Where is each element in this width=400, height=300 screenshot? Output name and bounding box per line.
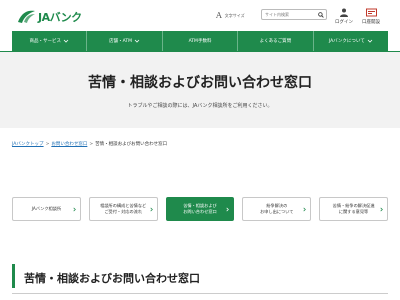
chevron-down-icon [134,39,140,43]
tab-label-line1: 相談所の構成と苦情など [100,202,147,208]
tab-label: 紛争解決の お申し出について [260,203,293,216]
site-search [261,9,327,20]
page-hero: 苦情・相談およびお問い合わせ窓口 トラブルやご相談の際には、JAバンク相談所をご… [0,51,400,128]
breadcrumb-current: 苦情・相談およびお問い合わせ窓口 [95,142,168,147]
breadcrumb-separator: > [89,142,94,147]
nav-item-faq[interactable]: よくあるご質問 [238,31,314,51]
login-icon [340,8,348,17]
chevron-right-icon [73,207,76,212]
tab-label-line1: 苦情・相談および [183,202,217,208]
tab-label-line2: に関する意見等 [338,209,369,214]
breadcrumb-separator: > [45,142,50,147]
tab-dispute-resolution[interactable]: 紛争解決の お申し出について [242,197,312,221]
nav-item-label: ATM手数料 [188,39,212,44]
global-nav: 商品・サービス 店舗・ATM ATM手数料 よくあるご質問 JAバンクについて [12,31,388,51]
tab-label: JAバンク相談所 [32,206,61,213]
chevron-right-icon [303,207,307,212]
tab-label-line2: お申し出について [260,209,294,214]
site-header: JAバンク A 文字サイズ ログイン 口座開設 [0,0,400,32]
breadcrumb-link-top[interactable]: JAバンクトップ [12,142,44,147]
chevron-right-icon [149,207,153,212]
tab-complaints-contact[interactable]: 苦情・相談および お問い合わせ窓口 [165,197,235,221]
tab-structure-and-flow[interactable]: 相談所の構成と苦情など ご受付・対応の流れ [88,197,158,221]
section-title: 苦情・相談およびお問い合わせ窓口 [24,272,200,285]
search-input[interactable] [262,10,316,19]
chevron-down-icon [367,39,373,43]
nav-item-about[interactable]: JAバンクについて [314,31,388,51]
login-label: ログイン [335,20,353,25]
page-subtitle: トラブルやご相談の際には、JAバンク相談所をご利用ください。 [127,103,273,109]
tab-opinions[interactable]: 苦情・紛争の解決促進 に関する意見等 [319,197,388,221]
nav-item-products[interactable]: 商品・サービス [12,31,88,51]
chevron-right-icon [226,207,230,212]
subpage-tabs: JAバンク相談所 相談所の構成と苦情など ご受付・対応の流れ 苦情・相談および お問… [12,197,388,221]
tab-label: 相談所の構成と苦情など ご受付・対応の流れ [100,203,146,216]
font-size-label: 文字サイズ [224,12,245,18]
tab-label-line2: ご受付・対応の流れ [104,209,143,214]
tab-label-line1: 紛争解決の [266,202,288,208]
nav-item-label: 店舗・ATM [109,39,133,44]
ja-logo-icon [18,10,35,23]
tab-ja-bank-consultation[interactable]: JAバンク相談所 [12,197,81,221]
section-heading: 苦情・相談およびお問い合わせ窓口 [12,262,388,294]
ja-bank-logo[interactable]: JAバンク [16,9,82,25]
nav-item-branches[interactable]: 店舗・ATM [87,31,163,51]
chevron-down-icon [63,39,69,43]
nav-item-label: 商品・サービス [29,39,61,44]
breadcrumb-link-contact[interactable]: お問い合わせ窓口 [51,142,87,147]
nav-item-label: JAバンクについて [328,39,365,44]
page-title: 苦情・相談およびお問い合わせ窓口 [88,75,312,91]
nav-item-atm-fees[interactable]: ATM手数料 [163,31,239,51]
open-account-button[interactable]: 口座開設 [358,8,384,25]
breadcrumb: JAバンクトップ > お問い合わせ窓口 > 苦情・相談およびお問い合わせ窓口 [12,141,167,147]
tab-label-line2: お問い合わせ窓口 [183,209,217,214]
open-account-label: 口座開設 [362,20,380,25]
tab-label: 苦情・紛争の解決促進 に関する意見等 [333,203,375,216]
search-icon[interactable] [318,12,324,18]
font-size-icon: A [216,11,222,20]
logo-text: JAバンク [38,11,82,24]
login-button[interactable]: ログイン [331,8,357,25]
bank-account-icon [365,8,377,17]
tab-label: 苦情・相談および お問い合わせ窓口 [183,203,217,216]
nav-item-label: よくあるご質問 [259,39,292,44]
chevron-right-icon [380,207,383,212]
tab-label-line1: 苦情・紛争の解決促進 [332,202,375,208]
tab-label-line1: JAバンク相談所 [31,205,62,211]
font-size-control[interactable]: A 文字サイズ [216,11,245,20]
section-accent-bar [12,264,15,288]
